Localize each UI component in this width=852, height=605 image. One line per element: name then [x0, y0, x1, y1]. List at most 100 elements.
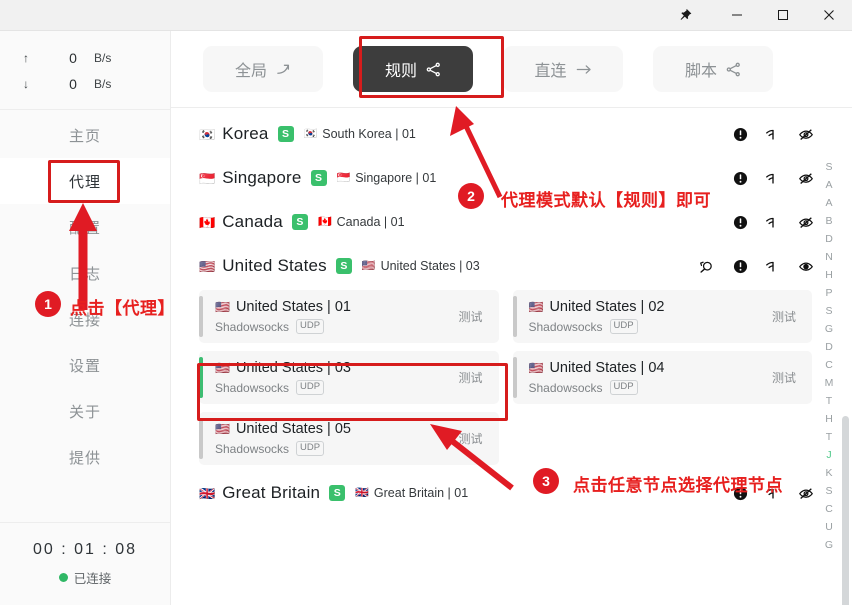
speed-meter: ↑ 0 B/s ↓ 0 B/s	[0, 31, 170, 110]
eye-icon[interactable]	[798, 258, 814, 274]
group-name: United States	[222, 256, 327, 275]
node-latency-test[interactable]: 测试	[458, 308, 482, 325]
highlight-box-proxy-menu	[48, 160, 120, 203]
alpha-letter[interactable]: M	[825, 375, 834, 392]
flag-icon: 🇰🇷	[303, 127, 318, 140]
alpha-letter[interactable]: A	[825, 195, 832, 212]
node-card[interactable]: 🇺🇸 United States | 01 Shadowsocks UDP 测试	[199, 290, 499, 343]
flag-icon: 🇺🇸	[361, 259, 376, 272]
alert-icon[interactable]	[732, 258, 748, 274]
signal-icon[interactable]	[765, 126, 781, 142]
udp-badge: UDP	[296, 441, 325, 456]
sidebar-item-settings[interactable]: 设置	[0, 342, 170, 388]
node-protocol: Shadowsocks	[215, 441, 290, 456]
node-name: United States | 04	[549, 360, 665, 376]
flag-icon: 🇨🇦	[199, 214, 216, 230]
node-card[interactable]: 🇺🇸 United States | 02 Shadowsocks UDP 测试	[512, 290, 812, 343]
alpha-letter[interactable]: S	[825, 483, 832, 500]
tab-script[interactable]: 脚本	[653, 46, 773, 92]
alpha-letter[interactable]: K	[825, 465, 832, 482]
close-button[interactable]	[806, 0, 852, 30]
sidebar-item-home[interactable]: 主页	[0, 112, 170, 158]
tab-global[interactable]: 全局	[203, 46, 323, 92]
share-alt-icon	[726, 62, 741, 77]
sidebar-item-profiles[interactable]: 配置	[0, 204, 170, 250]
alphabet-index[interactable]: S A A B D N H P S G D C M T H T J K S C …	[820, 159, 838, 554]
eye-off-icon[interactable]	[798, 170, 814, 186]
signal-icon[interactable]	[765, 214, 781, 230]
alpha-letter[interactable]: D	[825, 339, 833, 356]
flag-icon: 🇬🇧	[199, 485, 216, 501]
alpha-letter[interactable]: B	[825, 213, 832, 230]
alpha-letter[interactable]: S	[825, 303, 832, 320]
node-protocol: Shadowsocks	[215, 319, 290, 334]
alpha-letter[interactable]: D	[825, 231, 833, 248]
proxy-group-row[interactable]: 🇰🇷 Korea S 🇰🇷 South Korea | 01	[171, 112, 852, 156]
node-latency-test[interactable]: 测试	[458, 430, 482, 447]
group-selected-node-label: United States | 03	[380, 259, 480, 273]
alpha-letter[interactable]: C	[825, 501, 833, 518]
alpha-letter[interactable]: T	[826, 393, 832, 410]
node-name: United States | 01	[235, 299, 351, 315]
sidebar-item-logs[interactable]: 日志	[0, 250, 170, 296]
tab-direct[interactable]: 直连	[503, 46, 623, 92]
node-meta: Shadowsocks UDP	[529, 319, 772, 334]
group-row-actions	[732, 200, 814, 244]
highlight-box-rule-tab	[359, 36, 504, 98]
group-row-actions	[732, 112, 814, 156]
alpha-letter[interactable]: G	[825, 537, 833, 554]
node-latency-test[interactable]: 测试	[772, 308, 796, 325]
upload-speed-unit: B/s	[94, 51, 112, 65]
alpha-letter[interactable]: C	[825, 357, 833, 374]
alert-icon[interactable]	[732, 170, 748, 186]
group-selected-node-label: Canada | 01	[336, 215, 405, 229]
group-name: Great Britain	[222, 483, 321, 502]
alpha-letter[interactable]: S	[825, 159, 832, 176]
alpha-letter[interactable]: T	[826, 429, 832, 446]
alpha-letter[interactable]: U	[825, 519, 833, 536]
maximize-button[interactable]	[760, 0, 806, 30]
eye-off-icon[interactable]	[798, 214, 814, 230]
alpha-letter[interactable]: N	[825, 249, 833, 266]
node-card[interactable]: 🇺🇸 United States | 04 Shadowsocks UDP 测试	[512, 351, 812, 404]
alpha-letter[interactable]: P	[825, 285, 832, 302]
download-arrow-icon: ↓	[23, 77, 29, 91]
group-selected-node-label: Singapore | 01	[355, 171, 437, 185]
annotation-text-1: 点击【代理】	[70, 299, 175, 318]
connection-indicator: 已连接	[58, 568, 111, 587]
flag-icon: 🇺🇸	[528, 300, 544, 314]
flag-icon: 🇺🇸	[528, 361, 544, 375]
app-window: ↑ 0 B/s ↓ 0 B/s 主页 代理 配置 日志 连接 设置 关于 提供 …	[0, 0, 852, 605]
node-name: United States | 02	[549, 299, 665, 315]
alpha-letter[interactable]: G	[825, 321, 833, 338]
signal-icon[interactable]	[765, 258, 781, 274]
annotation-badge-2: 2	[458, 183, 484, 209]
alpha-letter[interactable]: H	[825, 411, 833, 428]
node-latency-test[interactable]: 测试	[772, 369, 796, 386]
vertical-scrollbar[interactable]	[842, 416, 849, 605]
minimize-button[interactable]	[714, 0, 760, 30]
zoom-search-icon[interactable]	[699, 258, 715, 274]
connection-status: 00 : 01 : 08 已连接	[0, 522, 170, 605]
alpha-letter[interactable]: H	[825, 267, 833, 284]
signal-icon[interactable]	[765, 170, 781, 186]
status-badge: S	[291, 214, 308, 230]
alpha-letter-active[interactable]: J	[826, 447, 831, 464]
sidebar-item-about[interactable]: 关于	[0, 388, 170, 434]
alpha-letter[interactable]: A	[825, 177, 832, 194]
status-dot-icon	[58, 573, 68, 582]
upload-arrow-icon: ↑	[23, 51, 29, 65]
highlight-box-selected-node	[197, 363, 508, 421]
pin-icon[interactable]	[662, 0, 708, 30]
sidebar-item-provider[interactable]: 提供	[0, 434, 170, 480]
alert-icon[interactable]	[732, 126, 748, 142]
eye-off-icon[interactable]	[798, 126, 814, 142]
eye-off-icon[interactable]	[798, 485, 814, 501]
download-speed-value: 0	[69, 76, 77, 92]
proxy-group-row-expanded[interactable]: 🇺🇸 United States S 🇺🇸 United States | 03	[171, 244, 852, 288]
node-meta: Shadowsocks UDP	[215, 319, 458, 334]
group-row-actions	[699, 244, 814, 288]
node-meta: Shadowsocks UDP	[215, 441, 458, 456]
download-speed-unit: B/s	[94, 77, 112, 91]
alert-icon[interactable]	[732, 214, 748, 230]
